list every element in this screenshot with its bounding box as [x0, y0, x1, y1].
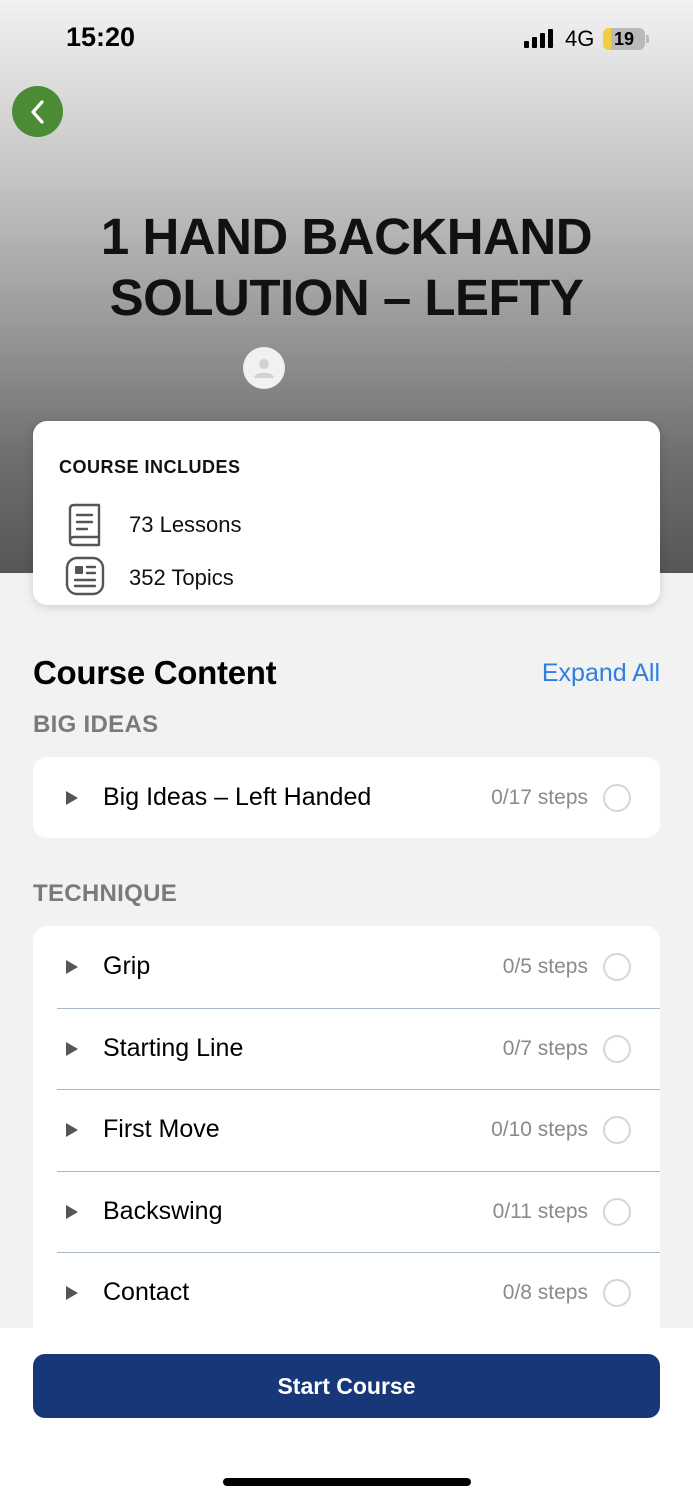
expand-triangle-icon	[66, 1123, 78, 1137]
lesson-steps: 0/7 steps	[502, 1036, 588, 1060]
status-time: 15:20	[66, 22, 136, 52]
lesson-name: Starting Line	[103, 1033, 244, 1062]
lesson-row[interactable]: Backswing 0/11 steps	[33, 1170, 660, 1253]
battery-level: 19	[613, 29, 635, 49]
include-item-label: 73 Lessons	[129, 512, 242, 537]
lesson-steps: 0/8 steps	[502, 1281, 588, 1304]
completion-circle-icon	[603, 1279, 631, 1307]
expand-triangle-icon	[66, 1041, 78, 1056]
lesson-name: First Move	[103, 1115, 220, 1143]
completion-circle-icon	[603, 1116, 631, 1144]
lesson-list-big-ideas: Big Ideas – Left Handed 0/17 steps	[33, 757, 660, 838]
chevron-left-icon	[30, 99, 44, 124]
lesson-name: Backswing	[103, 1196, 223, 1225]
completion-circle-icon	[603, 784, 631, 812]
expand-triangle-icon	[66, 1286, 78, 1300]
lesson-steps: 0/17 steps	[491, 786, 588, 809]
include-item-label: 352 Topics	[129, 565, 234, 590]
lesson-row[interactable]: First Move 0/10 steps	[33, 1089, 660, 1171]
user-icon	[254, 359, 274, 378]
expand-triangle-icon	[66, 1204, 78, 1219]
author-avatar	[243, 347, 285, 389]
lesson-steps: 0/11 steps	[492, 1199, 588, 1223]
home-indicator	[223, 1478, 471, 1486]
lesson-row[interactable]: Grip 0/5 steps	[33, 926, 660, 1008]
lesson-steps: 0/5 steps	[502, 955, 588, 978]
completion-circle-icon	[603, 1197, 631, 1226]
lesson-name: Grip	[103, 952, 151, 980]
course-content-heading: Course Content	[33, 654, 277, 691]
lesson-steps: 0/10 steps	[491, 1118, 588, 1141]
signal-icon	[524, 29, 553, 48]
battery-icon: 19	[603, 28, 645, 50]
completion-circle-icon	[603, 953, 631, 981]
status-bar: 15:20 4G 19	[0, 0, 693, 80]
course-includes-heading: COURSE INCLUDES	[59, 457, 241, 477]
battery-tip	[646, 35, 649, 43]
book-icon	[68, 503, 101, 547]
network-label: 4G	[565, 26, 595, 51]
back-button[interactable]	[12, 86, 63, 137]
course-includes-card: COURSE INCLUDES 73 Lessons 352 Topics	[33, 421, 660, 605]
completion-circle-icon	[603, 1034, 631, 1063]
start-course-button[interactable]: Start Course	[33, 1354, 660, 1418]
section-title-big-ideas: BIG IDEAS	[33, 711, 159, 738]
section-title-technique: TECHNIQUE	[33, 880, 178, 907]
course-title: 1 HAND BACKHAND SOLUTION – LEFTY	[100, 208, 593, 326]
expand-all-link[interactable]: Expand All	[542, 659, 660, 688]
expand-triangle-icon	[66, 791, 78, 805]
lesson-name: Contact	[103, 1278, 190, 1306]
lesson-row[interactable]: Starting Line 0/7 steps	[33, 1007, 660, 1090]
lesson-list-technique: Grip 0/5 steps Starting Line 0/7 steps F…	[33, 926, 660, 1346]
expand-triangle-icon	[66, 960, 78, 974]
lesson-row[interactable]: Contact 0/8 steps	[33, 1252, 660, 1334]
lesson-name: Big Ideas – Left Handed	[103, 783, 372, 811]
lesson-row[interactable]: Big Ideas – Left Handed 0/17 steps	[33, 757, 660, 838]
document-icon	[65, 556, 105, 596]
